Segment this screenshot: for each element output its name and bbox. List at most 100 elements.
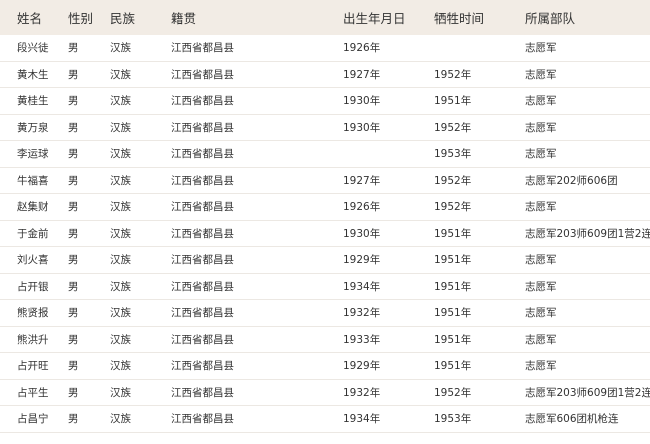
cell-ethnicity: 汉族 [110, 254, 131, 266]
cell-native-place: 江西省都昌县 [171, 333, 234, 346]
table-row: 段兴徒 男 汉族 江西省都昌县 1926年 志愿军 [0, 35, 650, 62]
cell-ethnicity: 汉族 [110, 174, 131, 187]
cell-unit: 志愿军 [525, 360, 557, 372]
cell-gender: 男 [68, 333, 79, 346]
cell-birth-date: 1927年 [343, 68, 381, 81]
cell-unit: 志愿军 [525, 254, 557, 266]
cell-death-date: 1952年 [434, 386, 472, 399]
table-row: 刘火喜 男 汉族 江西省都昌县 1929年 1951年 志愿军 [0, 247, 650, 274]
cell-native-place: 江西省都昌县 [171, 42, 234, 54]
cell-native-place: 江西省都昌县 [171, 227, 234, 240]
table-row: 占昌宁 男 汉族 江西省都昌县 1934年 1953年 志愿军606团机枪连 [0, 406, 650, 433]
cell-name: 熊洪升 [17, 333, 49, 346]
cell-gender: 男 [68, 68, 79, 81]
column-header-ethnicity: 民族 [110, 11, 136, 26]
column-header-name: 姓名 [17, 11, 43, 26]
cell-gender: 男 [68, 42, 79, 54]
cell-unit: 志愿军202师606团 [525, 174, 618, 187]
cell-native-place: 江西省都昌县 [171, 68, 234, 81]
cell-death-date: 1953年 [434, 413, 472, 425]
cell-death-date: 1952年 [434, 68, 472, 81]
cell-unit: 志愿军203师609团1营2连 [525, 227, 650, 240]
cell-native-place: 江西省都昌县 [171, 201, 234, 213]
cell-ethnicity: 汉族 [110, 42, 131, 54]
table-row: 牛福喜 男 汉族 江西省都昌县 1927年 1952年 志愿军202师606团 [0, 168, 650, 194]
cell-birth-date: 1929年 [343, 360, 381, 372]
cell-name: 占平生 [17, 386, 49, 399]
cell-native-place: 江西省都昌县 [171, 307, 234, 319]
cell-gender: 男 [68, 95, 79, 107]
cell-gender: 男 [68, 121, 79, 134]
cell-unit: 志愿军 [525, 42, 557, 54]
table-row: 占平生 男 汉族 江西省都昌县 1932年 1952年 志愿军203师609团1营2连 [0, 380, 650, 406]
cell-unit: 志愿军 [525, 148, 557, 160]
cell-gender: 男 [68, 413, 79, 425]
cell-name: 于金前 [17, 227, 49, 240]
table-body: 段兴徒男汉族 江西省都昌县 1926年 志愿军 黄木生男汉族 江西省都昌县 1927年 195… [0, 35, 650, 433]
cell-name: 熊贤报 [17, 307, 49, 319]
cell-death-date: 1951年 [434, 95, 472, 107]
cell-birth-date: 1929年 [343, 254, 381, 266]
cell-name: 黄桂生 [17, 95, 49, 107]
cell-gender: 男 [68, 254, 79, 266]
table-row: 赵集财 男 汉族 江西省都昌县 1926年 1952年 志愿军 [0, 194, 650, 221]
cell-name: 段兴徒 [17, 42, 49, 54]
cell-native-place: 江西省都昌县 [171, 280, 234, 293]
table-row: 占开旺 男 汉族 江西省都昌县 1929年 1951年 志愿军 [0, 353, 650, 380]
cell-unit: 志愿军 [525, 280, 557, 293]
cell-native-place: 江西省都昌县 [171, 174, 234, 187]
cell-death-date: 1951年 [434, 280, 472, 293]
cell-birth-date: 1930年 [343, 227, 381, 240]
table-row: 熊洪升 男 汉族 江西省都昌县 1933年 1951年 志愿军 [0, 327, 650, 353]
table-row: 黄万泉 男 汉族 江西省都昌县 1930年 1952年 志愿军 [0, 115, 650, 141]
cell-unit: 志愿军 [525, 201, 557, 213]
cell-unit: 志愿军 [525, 333, 557, 346]
cell-ethnicity: 汉族 [110, 201, 131, 213]
cell-gender: 男 [68, 148, 79, 160]
cell-name: 黄万泉 [17, 121, 49, 134]
cell-ethnicity: 汉族 [110, 307, 131, 319]
cell-ethnicity: 汉族 [110, 95, 131, 107]
cell-birth-date: 1932年 [343, 386, 381, 399]
cell-ethnicity: 汉族 [110, 68, 131, 81]
cell-ethnicity: 汉族 [110, 227, 131, 240]
cell-unit: 志愿军 [525, 68, 557, 81]
cell-death-date: 1953年 [434, 148, 472, 160]
cell-gender: 男 [68, 307, 79, 319]
cell-death-date: 1952年 [434, 201, 472, 213]
cell-death-date: 1951年 [434, 360, 472, 372]
cell-gender: 男 [68, 227, 79, 240]
cell-name: 赵集财 [17, 201, 49, 213]
cell-death-date: 1952年 [434, 121, 472, 134]
cell-ethnicity: 汉族 [110, 280, 131, 293]
cell-name: 占开银 [17, 280, 49, 293]
table-header-row: 姓名 性别 民族 籍贯 出生年月日 牺牲时间 所属部队 [0, 0, 650, 35]
cell-name: 刘火喜 [17, 254, 49, 266]
column-header-death-date: 牺牲时间 [434, 11, 485, 26]
cell-gender: 男 [68, 201, 79, 213]
cell-death-date: 1951年 [434, 307, 472, 319]
cell-ethnicity: 汉族 [110, 360, 131, 372]
cell-birth-date: 1926年 [343, 201, 381, 213]
table-row: 李运球 男 汉族 江西省都昌县 1953年 志愿军 [0, 141, 650, 168]
cell-gender: 男 [68, 174, 79, 187]
cell-native-place: 江西省都昌县 [171, 254, 234, 266]
cell-unit: 志愿军 [525, 307, 557, 319]
cell-native-place: 江西省都昌县 [171, 386, 234, 399]
column-header-birth-date: 出生年月日 [343, 11, 406, 26]
table-row: 于金前 男 汉族 江西省都昌县 1930年 1951年 志愿军203师609团1营2连 [0, 221, 650, 247]
table-row: 熊贤报 男 汉族 江西省都昌县 1932年 1951年 志愿军 [0, 300, 650, 327]
cell-ethnicity: 汉族 [110, 413, 131, 425]
cell-birth-date: 1932年 [343, 307, 381, 319]
cell-gender: 男 [68, 360, 79, 372]
column-header-gender: 性别 [68, 11, 94, 26]
cell-name: 占开旺 [17, 360, 49, 372]
cell-birth-date: 1930年 [343, 121, 381, 134]
martyrs-table: 姓名 性别 民族 籍贯 出生年月日 牺牲时间 所属部队 段兴徒男汉族 江西省都昌县… [0, 0, 650, 433]
cell-birth-date: 1934年 [343, 413, 381, 425]
cell-birth-date: 1930年 [343, 95, 381, 107]
column-header-native-place: 籍贯 [171, 11, 197, 26]
cell-birth-date: 1933年 [343, 333, 381, 346]
cell-native-place: 江西省都昌县 [171, 360, 234, 372]
table-row: 占开银 男 汉族 江西省都昌县 1934年 1951年 志愿军 [0, 274, 650, 300]
